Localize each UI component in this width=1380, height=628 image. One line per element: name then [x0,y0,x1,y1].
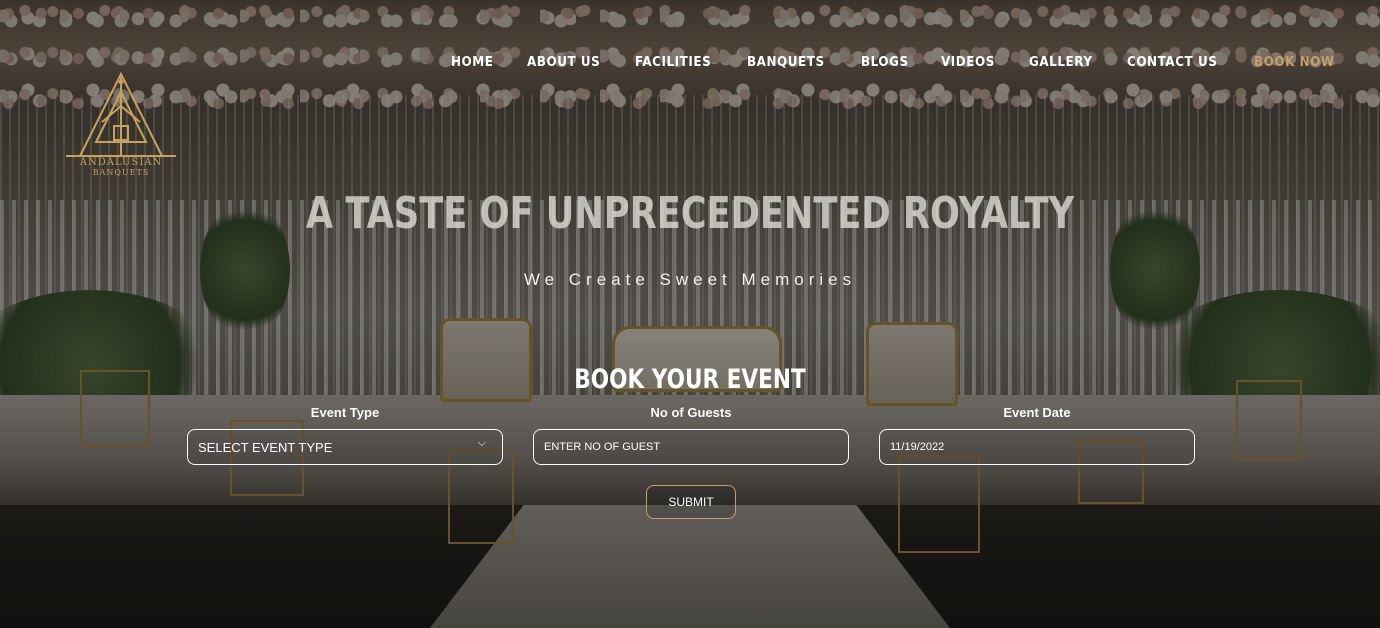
chevron-down-icon: ⌵ [477,436,486,449]
guests-input-wrapper [533,429,849,465]
brand-logo[interactable]: ANDALUSIAN BANQUETS [62,70,180,188]
nav-banquets[interactable]: BANQUETS [747,55,825,70]
nav-gallery[interactable]: GALLERY [1029,55,1093,70]
guests-label: No of Guests [650,405,732,420]
logo-text-line1: ANDALUSIAN [79,157,163,168]
submit-button[interactable]: SUBMIT [646,485,736,519]
event-date-input[interactable] [880,430,1194,464]
main-nav: HOME ABOUT US FACILITIES BANQUETS BLOGS … [451,55,1342,70]
background-overlay [0,0,1380,628]
nav-contact-us[interactable]: CONTACT US [1127,55,1217,70]
nav-home[interactable]: HOME [451,55,493,70]
logo-text-line2: BANQUETS [92,168,150,177]
nav-videos[interactable]: VIDEOS [941,55,995,70]
logo-emblem-icon [66,71,176,157]
nav-blogs[interactable]: BLOGS [861,55,909,70]
guests-input[interactable] [534,430,848,464]
event-date-wrapper [879,429,1195,465]
booking-title: BOOK YOUR EVENT [574,364,806,395]
hero-background-image [0,0,1380,628]
nav-book-now[interactable]: BOOK NOW [1254,55,1335,70]
event-date-label: Event Date [1003,405,1071,420]
hero-subtitle: We Create Sweet Memories [523,270,857,289]
event-type-value: SELECT EVENT TYPE [198,439,333,455]
event-type-select[interactable]: SELECT EVENT TYPE ⌵ [187,429,503,465]
nav-facilities[interactable]: FACILITIES [635,55,711,70]
event-type-label: Event Type [310,405,380,420]
hero-title: A TASTE OF UNPRECEDENTED ROYALTY [305,188,1075,239]
nav-about-us[interactable]: ABOUT US [527,55,600,70]
